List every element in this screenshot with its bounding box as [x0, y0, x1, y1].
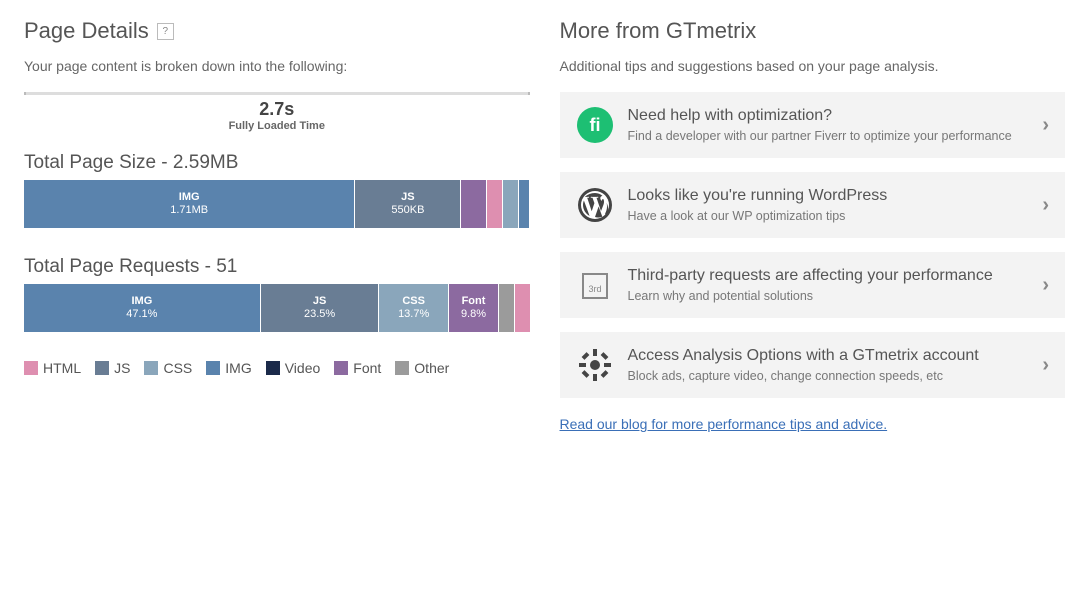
chart-segment[interactable] [515, 284, 530, 332]
tip-desc: Learn why and potential solutions [628, 289, 1029, 303]
legend-label: Video [285, 360, 321, 376]
legend-item: Other [395, 360, 449, 376]
tip-body: Looks like you're running WordPress Have … [628, 187, 1029, 223]
tip-title: Third-party requests are affecting your … [628, 267, 1029, 285]
legend-label: Other [414, 360, 449, 376]
tip-desc: Have a look at our WP optimization tips [628, 209, 1029, 223]
chevron-right-icon: › [1042, 354, 1049, 377]
svg-text:3rd: 3rd [588, 284, 601, 294]
chart-segment[interactable] [499, 284, 514, 332]
chart-segment[interactable]: IMG1.71MB [24, 180, 354, 228]
tip-title: Need help with optimization? [628, 107, 1029, 125]
tip-card[interactable]: 3rd Third-party requests are affecting yo… [560, 252, 1066, 318]
chart-segment[interactable]: Font9.8% [449, 284, 498, 332]
chevron-right-icon: › [1042, 274, 1049, 297]
legend-item: JS [95, 360, 130, 376]
page-details-title-text: Page Details [24, 18, 149, 44]
legend-label: IMG [225, 360, 251, 376]
tip-body: Access Analysis Options with a GTmetrix … [628, 347, 1029, 383]
help-icon[interactable]: ? [157, 23, 174, 40]
fully-loaded-time-value: 2.7s [24, 99, 530, 120]
blog-link[interactable]: Read our blog for more performance tips … [560, 416, 888, 432]
tip-title: Access Analysis Options with a GTmetrix … [628, 347, 1029, 365]
tip-desc: Find a developer with our partner Fiverr… [628, 129, 1029, 143]
chart-segment[interactable]: JS550KB [355, 180, 460, 228]
legend-item: CSS [144, 360, 192, 376]
page-details-panel: Page Details ? Your page content is brok… [24, 18, 530, 434]
legend-swatch [206, 361, 220, 375]
legend-item: Video [266, 360, 321, 376]
legend-swatch [266, 361, 280, 375]
tip-card[interactable]: fi Need help with optimization? Find a dev… [560, 92, 1066, 158]
chart-segment[interactable] [461, 180, 486, 228]
legend-item: Font [334, 360, 381, 376]
fully-loaded-time-label: Fully Loaded Time [24, 120, 530, 132]
legend-swatch [144, 361, 158, 375]
chart-segment[interactable] [519, 180, 529, 228]
total-page-size-title: Total Page Size - 2.59MB [24, 152, 530, 174]
page-requests-chart: IMG47.1%JS23.5%CSS13.7%Font9.8% [24, 284, 530, 332]
chevron-right-icon: › [1042, 114, 1049, 137]
chart-segment[interactable] [503, 180, 518, 228]
tip-desc: Block ads, capture video, change connect… [628, 369, 1029, 383]
chart-segment[interactable] [487, 180, 502, 228]
page-size-chart: IMG1.71MBJS550KB [24, 180, 530, 228]
legend-swatch [24, 361, 38, 375]
more-title: More from GTmetrix [560, 18, 1066, 44]
legend-swatch [334, 361, 348, 375]
svg-text:fi: fi [589, 115, 600, 135]
chevron-right-icon: › [1042, 194, 1049, 217]
legend-swatch [95, 361, 109, 375]
legend: HTML JS CSS IMG Video Font Other [24, 360, 530, 376]
legend-item: HTML [24, 360, 81, 376]
tip-body: Third-party requests are affecting your … [628, 267, 1029, 303]
legend-label: Font [353, 360, 381, 376]
more-subtitle: Additional tips and suggestions based on… [560, 58, 1066, 74]
gear-icon [576, 346, 614, 384]
tips-list: fi Need help with optimization? Find a dev… [560, 92, 1066, 398]
more-from-gtmetrix-panel: More from GTmetrix Additional tips and s… [560, 18, 1066, 434]
legend-label: CSS [163, 360, 192, 376]
tip-title: Looks like you're running WordPress [628, 187, 1029, 205]
page-details-subtitle: Your page content is broken down into th… [24, 58, 530, 74]
legend-swatch [395, 361, 409, 375]
fully-loaded-timeline: 2.7s Fully Loaded Time [24, 92, 530, 132]
chart-segment[interactable]: JS23.5% [261, 284, 379, 332]
timeline-bar [24, 92, 530, 95]
page-details-title: Page Details ? [24, 18, 530, 44]
chart-segment[interactable]: CSS13.7% [379, 284, 448, 332]
wordpress-icon [576, 186, 614, 224]
total-page-requests-title: Total Page Requests - 51 [24, 256, 530, 278]
legend-label: HTML [43, 360, 81, 376]
chart-segment[interactable]: IMG47.1% [24, 284, 260, 332]
tip-card[interactable]: Access Analysis Options with a GTmetrix … [560, 332, 1066, 398]
tip-card[interactable]: Looks like you're running WordPress Have … [560, 172, 1066, 238]
legend-label: JS [114, 360, 130, 376]
legend-item: IMG [206, 360, 251, 376]
fiverr-icon: fi [576, 106, 614, 144]
tip-body: Need help with optimization? Find a devel… [628, 107, 1029, 143]
thirdparty-icon: 3rd [576, 266, 614, 304]
